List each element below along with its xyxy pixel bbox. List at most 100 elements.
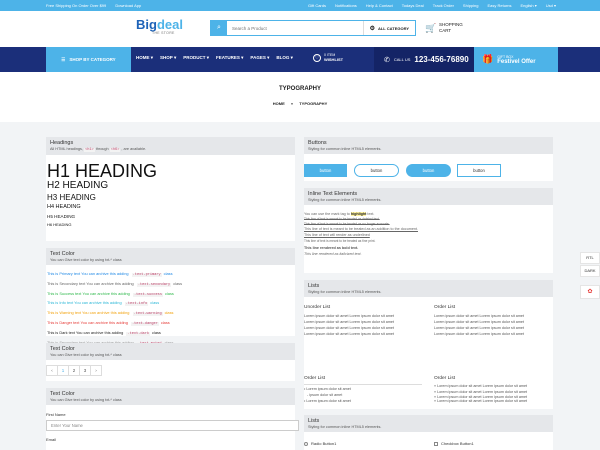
gift-cards-link[interactable]: Gift Cards: [308, 3, 326, 8]
form-panel: Text Color You can Give text color by us…: [46, 388, 299, 450]
header: Bigdeal THE STORE ⌕ ⚙ ALL CATEGORY 🛒 SHO…: [0, 11, 600, 47]
text-color-subtitle: You can Give text color by using txt-* c…: [50, 258, 122, 262]
list-subitem: - ipsum dolor sit amet: [307, 392, 343, 397]
color-picker-icon[interactable]: ✿: [580, 285, 600, 299]
shipping-link[interactable]: Shipping: [463, 3, 479, 8]
call-us-label: CALL US: [393, 57, 411, 62]
order-list-right: Lorem ipsum dolor sit amet Lorem ipsum d…: [434, 313, 524, 337]
page-title: TYPOGRAPHY: [278, 86, 321, 92]
pagination-page-1[interactable]: 1: [58, 366, 69, 375]
gift-icon: 🎁: [482, 54, 494, 64]
first-name-label: First Name: [46, 412, 66, 417]
pagination-header: Text Color You can Give text color by us…: [46, 343, 295, 360]
language-select[interactable]: English ▾: [521, 3, 537, 8]
search-input[interactable]: [227, 22, 363, 34]
search-icon[interactable]: ⌕: [211, 21, 227, 35]
breadcrumb-home[interactable]: HOME: [273, 101, 285, 106]
unorder-list: Lorem ipsum dolor sit amet Lorem ipsum d…: [304, 313, 394, 337]
text-color-title: Text Color: [50, 251, 75, 257]
h5-heading: H5 HEADING: [47, 214, 76, 219]
buttons-subtitle: Styling for common inline HTML5 elements…: [308, 147, 382, 151]
phone-number: 123-456-76890: [414, 55, 469, 64]
main-nav: ☰ SHOP BY CATEGORY HOME ▾ SHOP ▾ PRODUCT…: [0, 47, 600, 72]
lists-title: Lists: [308, 283, 320, 289]
category-select[interactable]: ⚙ ALL CATEGORY: [362, 21, 415, 35]
first-name-input[interactable]: Enter Your Name: [46, 420, 299, 431]
button-solid[interactable]: button: [304, 164, 347, 177]
lists2-header: Lists Styling for common inline HTML5 el…: [304, 415, 553, 432]
page-banner: [0, 72, 600, 122]
list-item: • Lorem ipsum dolor sit amet: [304, 399, 351, 403]
order-list-title-right-2: Order List: [434, 376, 456, 381]
h2-heading: H2 HEADING: [47, 180, 109, 191]
download-app-link[interactable]: Download App: [115, 3, 141, 8]
text-color-line: This is Danger text You can archive this…: [47, 319, 170, 326]
top-bar-left: Free Shipping On Order Over $99 Download…: [46, 3, 141, 8]
pagination-next[interactable]: ›: [91, 366, 101, 375]
currency-select[interactable]: Usd ▾: [546, 3, 556, 8]
checkbox-icon: [434, 441, 438, 446]
nav-item-pages[interactable]: PAGES ▾: [250, 55, 269, 61]
text-color-line: This is Warning text You can archive thi…: [47, 310, 174, 317]
lists2-title: Lists: [308, 418, 320, 424]
notifications-link[interactable]: Notifications: [335, 3, 357, 8]
pagination-page-3[interactable]: 3: [80, 366, 91, 375]
pagination-panel: Text Color You can Give text color by us…: [46, 343, 295, 381]
gift-box-offer[interactable]: 🎁 GIFT BOX Festivel Offer: [474, 47, 558, 72]
pagination-title: Text Color: [50, 346, 75, 352]
headings-title: Headings: [50, 140, 74, 146]
form-subtitle: You can Give text color by using txt-* c…: [50, 398, 122, 402]
buttons-title: Buttons: [308, 140, 327, 146]
nav-item-blog[interactable]: BLOG ▾: [276, 55, 293, 61]
shopping-cart[interactable]: 🛒 SHOPPING CART: [425, 22, 463, 34]
nav-item-shop[interactable]: SHOP ▾: [160, 55, 176, 61]
heart-icon: ♡: [313, 53, 321, 62]
dark-toggle[interactable]: DARK: [580, 265, 600, 277]
nav-item-features[interactable]: FEATURES ▾: [216, 55, 243, 61]
text-color-lines: This is Primary text You can archive thi…: [46, 270, 295, 348]
h3-heading: H3 HEADING: [47, 193, 96, 202]
breadcrumb-current: TYPOGRAPHY: [299, 101, 328, 106]
form-title: Text Color: [50, 391, 75, 397]
track-order-link[interactable]: Track Order: [433, 3, 454, 8]
nav-menu: HOME ▾ SHOP ▾ PRODUCT ▾ FEATURES ▾ PAGES…: [136, 55, 293, 61]
todays-deal-link[interactable]: Todays Deal: [402, 3, 424, 8]
logo[interactable]: Bigdeal THE STORE: [136, 18, 206, 42]
top-bar-links: Gift Cards Notifications Help & Contact …: [308, 3, 556, 8]
pagination: ‹ 1 2 3 ›: [46, 365, 102, 376]
logo-text: Bigdeal: [136, 17, 183, 32]
nav-item-home[interactable]: HOME ▾: [136, 55, 153, 61]
text-color-header: Text Color You can Give text color by us…: [46, 248, 295, 265]
free-shipping-text: Free Shipping On Order Over $99: [46, 3, 107, 8]
rtl-toggle[interactable]: RTL: [580, 252, 600, 264]
festival-offer-label: Festivel Offer: [497, 58, 536, 65]
radio-button-1[interactable]: Radio Button1: [304, 441, 336, 446]
button-outline[interactable]: button: [457, 164, 501, 177]
wishlist[interactable]: ♡ 0 ITEM WISHLIST: [313, 53, 343, 62]
pagination-page-2[interactable]: 2: [69, 366, 80, 375]
pagination-prev[interactable]: ‹: [47, 366, 58, 375]
headings-panel: Headings All HTML headings, <h1> through…: [46, 137, 295, 241]
cart-icon: 🛒: [425, 23, 437, 33]
lists-subtitle: Styling for common inline HTML5 elements…: [308, 290, 382, 294]
form-header: Text Color You can Give text color by us…: [46, 388, 295, 405]
button-solid-rounded[interactable]: button: [406, 164, 451, 177]
text-color-line: This is Info text You can archive this a…: [47, 300, 160, 307]
nav-item-product[interactable]: PRODUCT ▾: [183, 55, 209, 61]
settings-icon: ⚙: [369, 25, 375, 32]
text-color-line: This is Success text You can archive thi…: [47, 290, 174, 297]
easy-returns-link[interactable]: Easy Returns: [487, 3, 511, 8]
buttons-panel: Buttons Styling for common inline HTML5 …: [304, 137, 553, 181]
inline-text-title: Inline Text Elements: [308, 191, 358, 197]
buttons-header: Buttons Styling for common inline HTML5 …: [304, 137, 553, 154]
button-outline-rounded[interactable]: button: [354, 164, 399, 177]
highlight-mark: highlight: [350, 212, 367, 216]
lists-header: Lists Styling for common inline HTML5 el…: [304, 280, 553, 297]
headings-header: Headings All HTML headings, <h1> through…: [46, 137, 295, 155]
help-contact-link[interactable]: Help & Contact: [366, 3, 393, 8]
h4-heading: H4 HEADING: [47, 204, 81, 210]
shop-by-category-button[interactable]: ☰ SHOP BY CATEGORY: [46, 47, 131, 72]
lists2-panel: Lists Styling for common inline HTML5 el…: [304, 415, 553, 450]
text-color-line: This is Dark text You can archive this a…: [47, 329, 161, 336]
checkbox-button-1[interactable]: Checkbox Button1: [434, 441, 474, 446]
